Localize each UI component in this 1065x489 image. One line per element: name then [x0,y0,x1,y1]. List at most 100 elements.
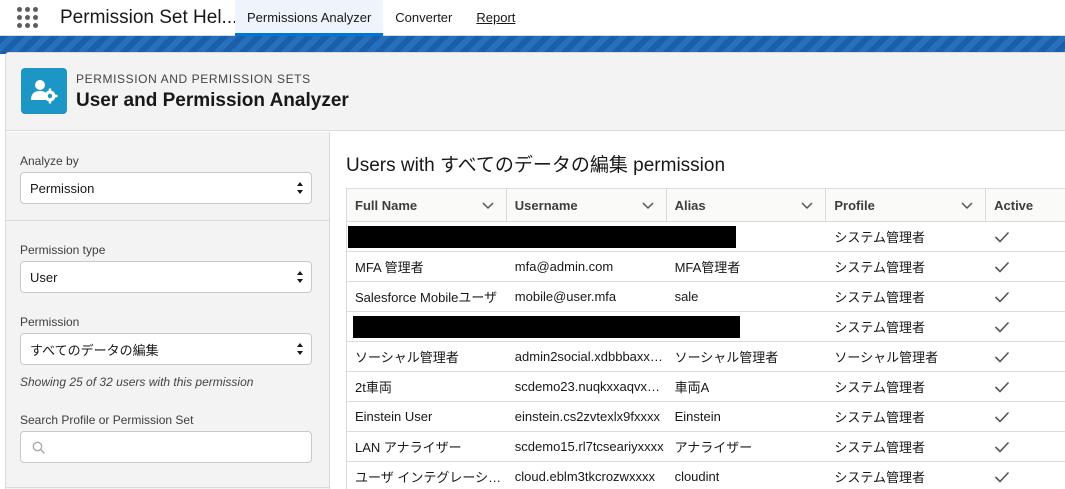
cell-full-name: LAN アナライザー [355,440,462,455]
table-row: MFA 管理者 mfa@admin.com MFA管理者 システム管理者 [347,252,1065,282]
cell-active [986,252,1065,281]
cell-profile: システム管理者 [834,260,925,275]
page-title: User and Permission Analyzer [76,90,349,111]
search-icon [32,441,45,454]
cell-profile: ソーシャル管理者 [834,350,939,365]
table-row: システム管理者 [347,312,1065,342]
table-row: ソーシャル管理者 admin2social.xdbbbaxxxxx ソーシャル管理者… [347,342,1065,372]
check-icon [995,351,1010,363]
cell-active [986,372,1065,401]
chevron-down-icon [801,202,813,210]
check-icon [995,321,1010,333]
cell-full-name: Einstein User [355,409,433,424]
table-header-row: Full Name Username Alias Profile Active [347,189,1065,222]
analyzer-card: PERMISSION AND PERMISSION SETS User and … [5,52,1065,489]
table-row: Salesforce Mobileユーザ mobile@user.mfa sale シ… [347,282,1065,312]
cell-username: scdemo15.rl7tcseariyxxxx [514,439,664,454]
cell-full-name: ソーシャル管理者 [355,350,459,365]
analyze-by-select[interactable]: Permission [20,172,312,204]
permission-type-select[interactable]: User [20,261,312,293]
permission-type-label: Permission type [20,243,106,257]
permission-select[interactable]: すべてのデータの編集 [20,333,312,365]
table-row: Einstein User einstein.cs2zvtexlx9fxxxx Ei… [347,402,1065,432]
tab-permissions-analyzer[interactable]: Permissions Analyzer [235,0,384,36]
check-icon [995,291,1010,303]
check-icon [995,471,1010,483]
cell-username: mobile@user.mfa [514,289,617,304]
check-icon [995,381,1010,393]
column-header-full-name[interactable]: Full Name [347,189,507,221]
column-header-profile[interactable]: Profile [826,189,987,221]
cell-alias: sale [674,289,699,304]
search-input[interactable] [51,432,306,462]
cell-profile: システム管理者 [834,320,925,335]
cell-profile: システム管理者 [834,470,925,485]
cell-alias: 車両A [674,380,710,395]
table-row: ユーザ インテグレーション cloud.eblm3tkcrozwxxxx cloud… [347,462,1065,489]
results-title: Users with すべてのデータの編集 permission [346,155,726,176]
cell-alias: アナライザー [674,440,753,455]
select-arrows-icon [297,271,303,283]
cell-username: admin2social.xdbbbaxxxxx [514,349,665,364]
check-icon [995,231,1010,243]
cell-full-name: 2t車両 [355,380,392,395]
cell-profile: システム管理者 [834,290,925,305]
check-icon [995,441,1010,453]
cell-full-name: MFA 管理者 [355,260,424,275]
cell-full-name: ユーザ インテグレーション [355,470,505,485]
select-arrows-icon [297,343,303,355]
redaction-block [353,316,740,338]
users-table: Full Name Username Alias Profile Active … [346,188,1065,489]
tab-report[interactable]: Report [464,0,527,36]
app-name: Permission Set Hel... [60,6,235,28]
cell-username: mfa@admin.com [514,259,614,274]
cell-username: scdemo23.nuqkxxaqvxxxx [514,379,665,394]
page-header: PERMISSION AND PERMISSION SETS User and … [6,53,1065,131]
cell-username: cloud.eblm3tkcrozwxxxx [514,469,655,484]
page-eyebrow: PERMISSION AND PERMISSION SETS [76,72,311,86]
result-summary: Showing 25 of 32 users with this permiss… [20,375,254,389]
cell-active [986,462,1065,489]
cell-username: einstein.cs2zvtexlx9fxxxx [514,409,661,424]
cell-alias: Einstein [674,409,721,424]
cell-active [986,432,1065,461]
app-launcher-icon[interactable] [17,6,39,29]
check-icon [995,411,1010,423]
cell-active [986,222,1065,251]
analyze-by-label: Analyze by [20,154,79,168]
cell-active [986,342,1065,371]
table-body: システム管理者 MFA 管理者 mfa@admin.com MFA管理者 システム管理者… [347,222,1065,489]
table-row: システム管理者 [347,222,1065,252]
cell-profile: システム管理者 [834,230,925,245]
filter-sidebar: Analyze by Permission Permission type Us… [6,132,330,489]
cell-full-name: Salesforce Mobileユーザ [355,290,498,305]
column-header-username[interactable]: Username [507,189,667,221]
check-icon [995,261,1010,273]
column-header-active[interactable]: Active [986,189,1065,221]
cell-profile: システム管理者 [834,380,925,395]
global-navigation: Permission Set Hel... Permissions Analyz… [0,0,1065,36]
column-header-alias[interactable]: Alias [667,189,827,221]
search-label: Search Profile or Permission Set [20,413,194,427]
cell-profile: システム管理者 [834,410,925,425]
permission-label: Permission [20,315,80,329]
chevron-down-icon [482,202,494,210]
cell-profile: システム管理者 [834,440,925,455]
select-arrows-icon [297,182,303,194]
cell-alias: MFA管理者 [674,260,741,275]
cell-active [986,282,1065,311]
user-gear-icon [21,68,67,114]
cell-alias: cloudint [674,469,720,484]
cell-active [986,402,1065,431]
tab-converter[interactable]: Converter [383,0,464,36]
table-row: 2t車両 scdemo23.nuqkxxaqvxxxx 車両A システム管理者 [347,372,1065,402]
chevron-down-icon [642,202,654,210]
divider [6,220,330,221]
divider [6,487,330,488]
cell-active [986,312,1065,341]
cell-alias: ソーシャル管理者 [674,350,779,365]
table-row: LAN アナライザー scdemo15.rl7tcseariyxxxx アナライザー… [347,432,1065,462]
search-field[interactable] [20,431,312,463]
chevron-down-icon [961,202,973,210]
redaction-block [348,226,736,248]
